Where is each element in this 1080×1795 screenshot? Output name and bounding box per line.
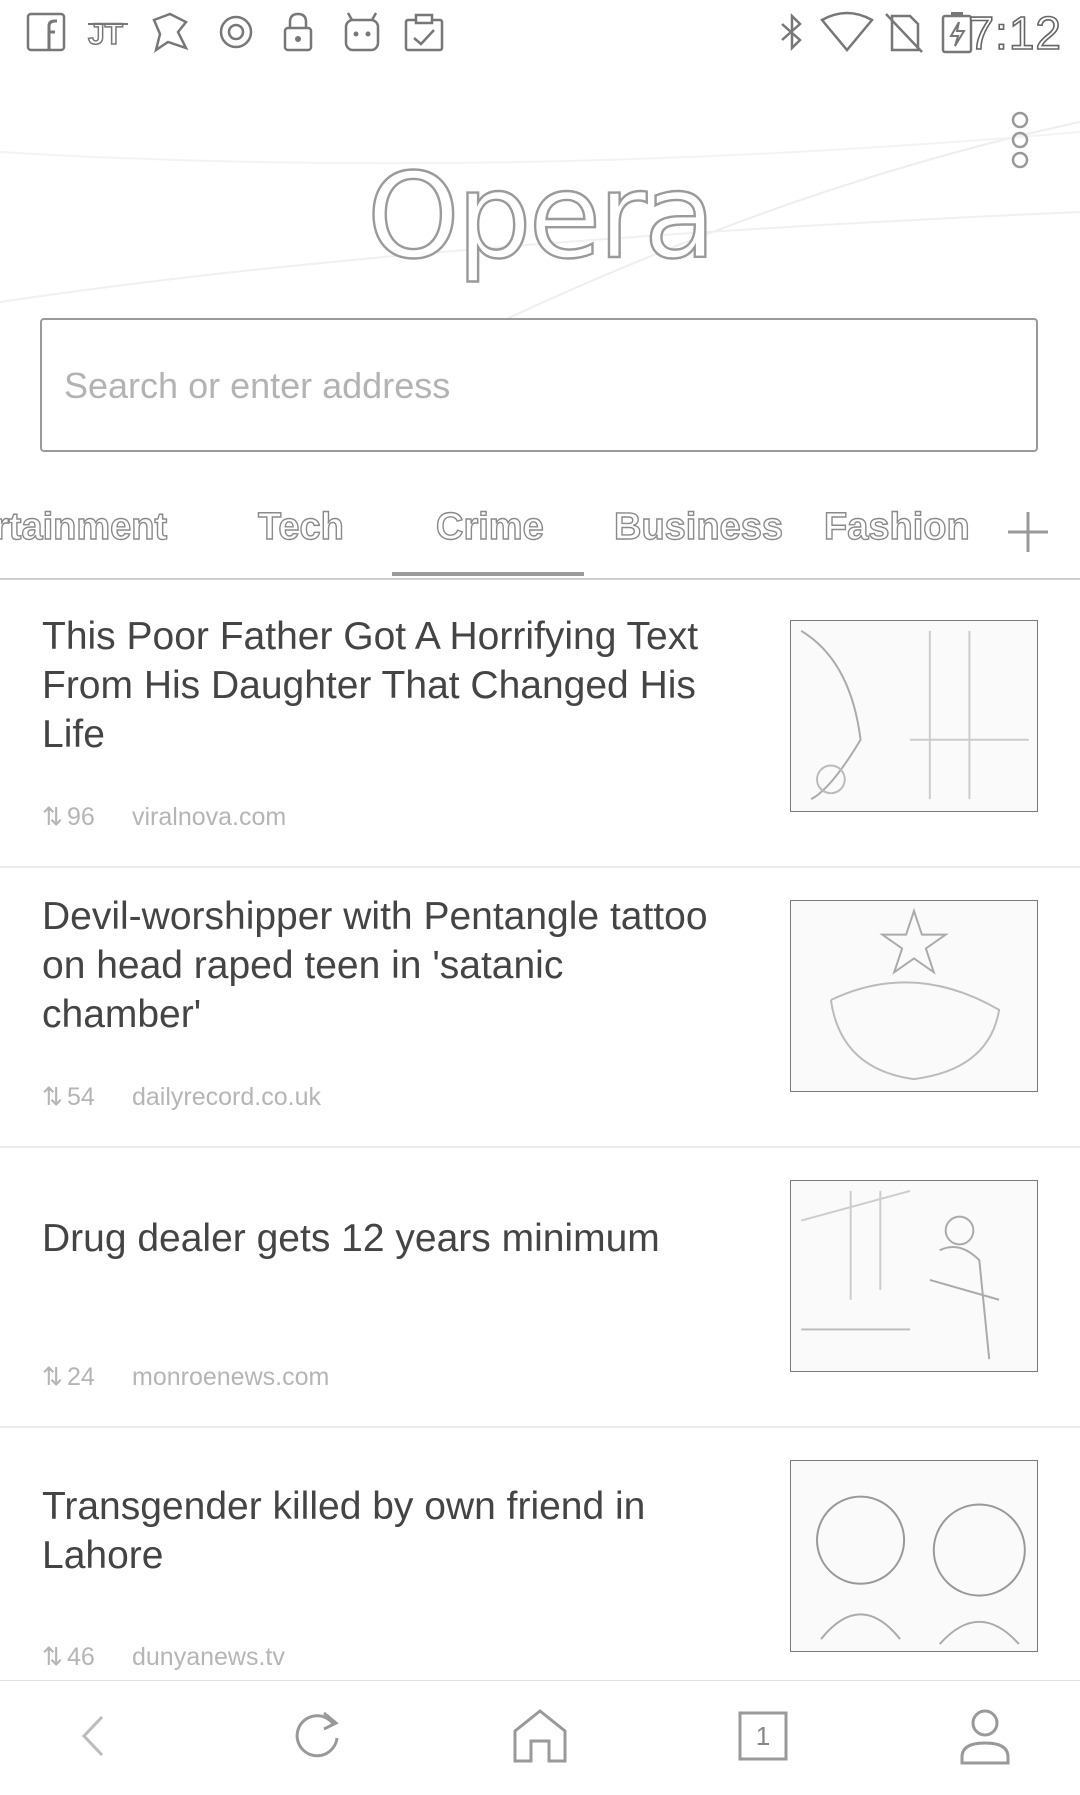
news-meta: ⇅ 46 dunyanews.tv <box>42 1642 285 1672</box>
news-item[interactable]: Transgender killed by own friend in Laho… <box>0 1428 1080 1708</box>
wifi-icon <box>820 10 874 54</box>
news-source: dunyanews.tv <box>132 1643 285 1671</box>
tab-business[interactable]: Business <box>613 505 783 549</box>
tabs-button[interactable]: 1 <box>730 1703 796 1769</box>
search-input[interactable] <box>62 320 1006 452</box>
news-item[interactable]: This Poor Father Got A Horrifying Text F… <box>0 588 1080 868</box>
news-thumbnail[interactable] <box>790 620 1038 812</box>
share-icon: ⇅ <box>42 1363 63 1391</box>
selected-tab-indicator <box>392 572 584 576</box>
menu-button[interactable] <box>1000 110 1040 170</box>
status-bar: JT 7:12 <box>0 0 1080 63</box>
tab-count: 1 <box>755 1721 771 1751</box>
app-icon <box>148 10 192 54</box>
share-count: 46 <box>66 1643 95 1671</box>
news-title[interactable]: Transgender killed by own friend in Laho… <box>42 1482 732 1580</box>
robot-icon <box>340 10 384 54</box>
share-icon: ⇅ <box>42 1083 63 1111</box>
profile-button[interactable] <box>952 1703 1018 1769</box>
thumbnail-image <box>800 630 1029 801</box>
thumbnail-image <box>800 1189 1000 1360</box>
tab-fashion[interactable]: Fashion <box>823 505 970 549</box>
search-box[interactable] <box>40 318 1038 452</box>
profile-icon <box>960 1709 1010 1765</box>
svg-text:JT: JT <box>88 18 123 51</box>
bottom-navigation: 1 <box>0 1680 1080 1795</box>
more-vert-icon <box>1011 111 1029 169</box>
back-icon <box>81 1715 104 1757</box>
plus-icon <box>1008 512 1048 552</box>
bluetooth-icon <box>770 10 814 54</box>
news-thumbnail[interactable] <box>790 900 1038 1092</box>
clipboard-check-icon <box>402 10 446 54</box>
news-feed: This Poor Father Got A Horrifying Text F… <box>0 588 1080 1708</box>
news-item[interactable]: Drug dealer gets 12 years minimum ⇅ 24 mon… <box>0 1148 1080 1428</box>
news-source: monroenews.com <box>132 1363 330 1391</box>
news-meta: ⇅ 24 monroenews.com <box>42 1362 329 1392</box>
news-meta: ⇅ 96 viralnova.com <box>42 802 286 832</box>
reload-button[interactable] <box>284 1703 350 1769</box>
news-title[interactable]: Drug dealer gets 12 years minimum <box>42 1214 732 1263</box>
lock-icon <box>276 10 320 54</box>
tab-crime[interactable]: Crime <box>435 505 544 549</box>
add-category-button[interactable] <box>1004 508 1052 556</box>
circle-icon <box>214 10 258 54</box>
news-thumbnail[interactable] <box>790 1460 1038 1652</box>
jt-app-icon: JT <box>86 10 130 54</box>
news-item[interactable]: Devil-worshipper with Pentangle tattoo o… <box>0 868 1080 1148</box>
thumbnail-image <box>829 907 1001 1081</box>
home-icon <box>513 1709 567 1763</box>
news-thumbnail[interactable] <box>790 1180 1038 1372</box>
opera-logo: Opera <box>366 146 718 286</box>
news-source: dailyrecord.co.uk <box>132 1083 321 1111</box>
share-count: 54 <box>66 1083 95 1111</box>
tab-entertainment[interactable]: rtainment <box>0 505 168 549</box>
share-icon: ⇅ <box>42 803 63 831</box>
news-source: viralnova.com <box>132 803 287 831</box>
share-icon: ⇅ <box>42 1643 63 1671</box>
share-count: 24 <box>66 1363 95 1391</box>
news-title[interactable]: Devil-worshipper with Pentangle tattoo o… <box>42 892 732 1039</box>
back-button[interactable] <box>60 1703 126 1769</box>
share-count: 96 <box>66 803 95 831</box>
home-button[interactable] <box>507 1703 573 1769</box>
news-title[interactable]: This Poor Father Got A Horrifying Text F… <box>42 612 732 759</box>
news-meta: ⇅ 54 dailyrecord.co.uk <box>42 1082 321 1112</box>
no-sim-icon <box>882 10 926 54</box>
facebook-icon <box>24 10 68 54</box>
category-tabs: rtainment Tech Crime Business Fashion <box>0 488 1080 580</box>
tab-tech[interactable]: Tech <box>257 505 344 549</box>
thumbnail-image <box>816 1495 1026 1645</box>
reload-icon <box>295 1711 339 1758</box>
status-time: 7:12 <box>968 6 1062 60</box>
